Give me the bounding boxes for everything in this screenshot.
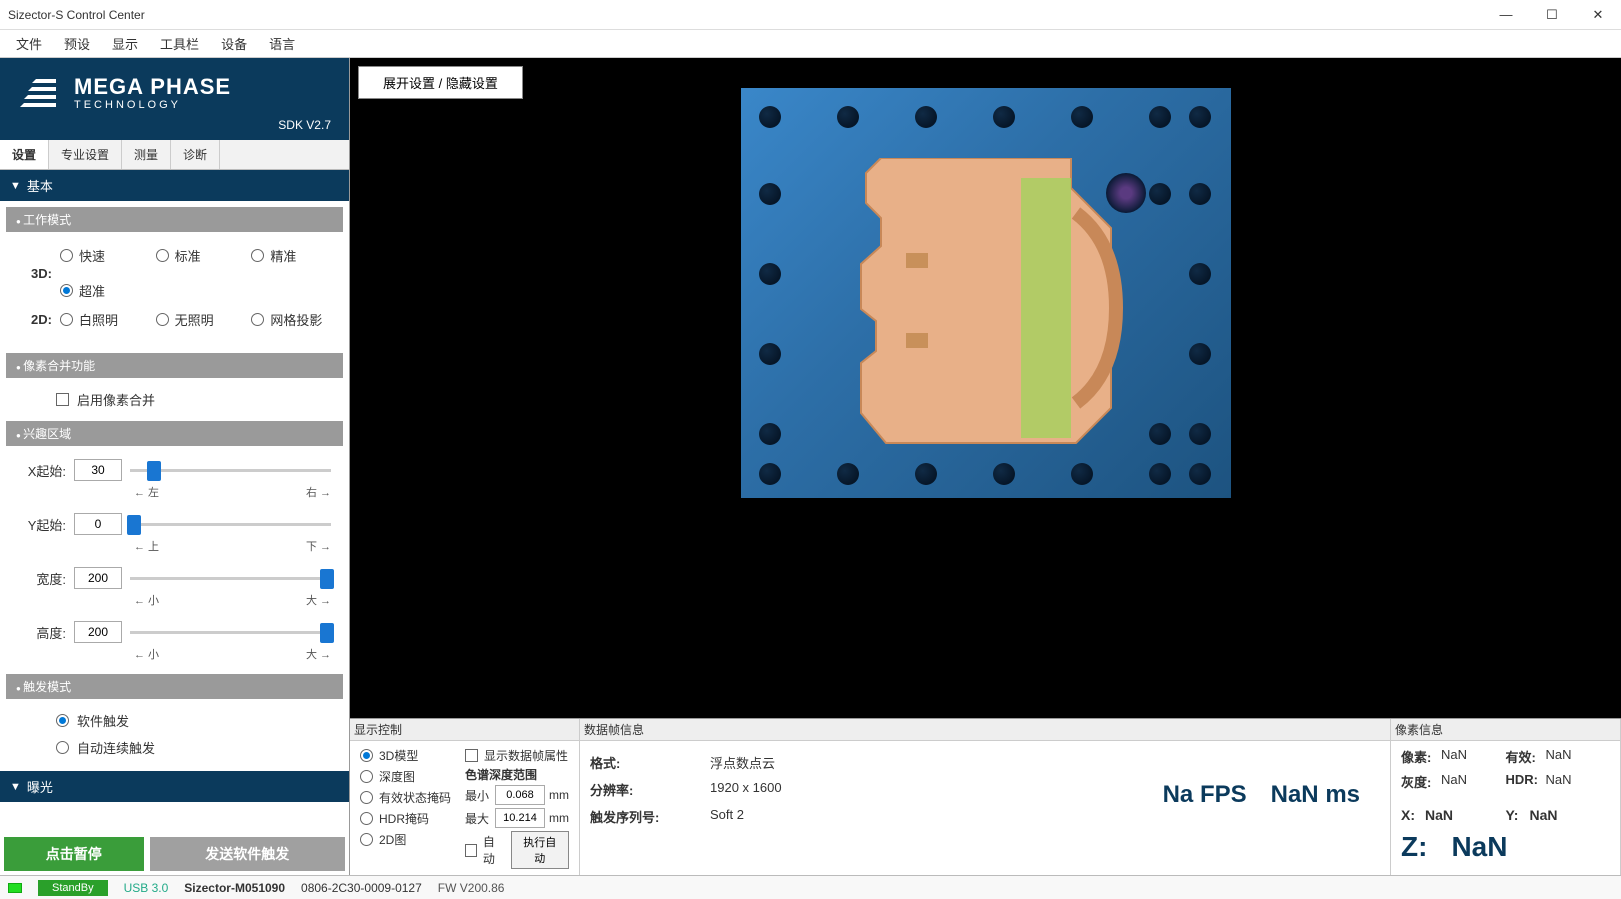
radio-3d-model[interactable]: 3D模型: [360, 747, 457, 764]
status-standby: StandBy: [38, 880, 108, 896]
radio-2d-grid[interactable]: 网格投影: [251, 310, 339, 329]
window-title: Sizector-S Control Center: [8, 8, 145, 22]
frame-info-header: 数据帧信息: [580, 719, 1390, 741]
sdk-version: SDK V2.7: [14, 118, 331, 132]
enable-binning[interactable]: 启用像素合并: [0, 384, 349, 415]
radio-2d-none[interactable]: 无照明: [156, 310, 244, 329]
depth-max-input[interactable]: [495, 808, 545, 828]
scan-image: [741, 88, 1231, 498]
z-value: NaN: [1451, 831, 1507, 863]
logo-icon: [14, 77, 62, 111]
pause-button[interactable]: 点击暂停: [4, 837, 144, 871]
menu-display[interactable]: 显示: [104, 30, 146, 57]
maximize-icon[interactable]: ☐: [1529, 0, 1575, 30]
width-input[interactable]: [74, 567, 122, 589]
width-slider[interactable]: [130, 566, 331, 590]
statusbar: StandBy USB 3.0 Sizector-M051090 0806-2C…: [0, 875, 1621, 899]
settings-scroll[interactable]: 基本 工作模式 3D: 快速 标准 精准 超准 2D: 白照明: [0, 170, 349, 833]
viewer-3d[interactable]: 展开设置 / 隐藏设置: [350, 58, 1621, 718]
close-icon[interactable]: ✕: [1575, 0, 1621, 30]
radio-2d-image[interactable]: 2D图: [360, 831, 457, 848]
radio-software-trigger[interactable]: 软件触发: [56, 711, 339, 730]
checkbox-show-attr[interactable]: 显示数据帧属性: [465, 747, 569, 764]
radio-hdr-mask[interactable]: HDR掩码: [360, 810, 457, 827]
minimize-icon[interactable]: —: [1483, 0, 1529, 30]
menu-lang[interactable]: 语言: [261, 30, 303, 57]
menu-preset[interactable]: 预设: [56, 30, 98, 57]
toggle-settings-button[interactable]: 展开设置 / 隐藏设置: [358, 66, 523, 99]
titlebar: Sizector-S Control Center — ☐ ✕: [0, 0, 1621, 30]
height-input[interactable]: [74, 621, 122, 643]
radio-3d-fast[interactable]: 快速: [60, 246, 148, 265]
roi-header: 兴趣区域: [6, 421, 343, 446]
exposure-header[interactable]: 曝光: [0, 771, 349, 802]
radio-valid-mask[interactable]: 有效状态掩码: [360, 789, 457, 806]
settings-tabs: 设置 专业设置 测量 诊断: [0, 140, 349, 170]
status-device: Sizector-M051090: [184, 881, 285, 895]
pixel-info-header: 像素信息: [1391, 719, 1620, 741]
tab-pro[interactable]: 专业设置: [49, 140, 122, 169]
fps-value: Na: [1163, 781, 1194, 808]
menu-toolbar[interactable]: 工具栏: [152, 30, 207, 57]
send-trigger-button[interactable]: 发送软件触发: [150, 837, 345, 871]
menubar: 文件 预设 显示 工具栏 设备 语言: [0, 30, 1621, 58]
checkbox-icon: [56, 393, 69, 406]
radio-auto-trigger[interactable]: 自动连续触发: [56, 738, 339, 757]
status-serial: 0806-2C30-0009-0127: [301, 881, 422, 895]
window-controls: — ☐ ✕: [1483, 0, 1621, 30]
sidebar: MEGA PHASE TECHNOLOGY SDK V2.7 设置 专业设置 测…: [0, 58, 350, 875]
height-slider[interactable]: [130, 620, 331, 644]
status-firmware: FW V200.86: [438, 881, 505, 895]
tab-measure[interactable]: 测量: [122, 140, 171, 169]
radio-3d-ultra[interactable]: 超准: [60, 281, 148, 300]
x-start-input[interactable]: [74, 459, 122, 481]
depth-range-header: 色谱深度范围: [465, 766, 569, 783]
width-label: 宽度:: [18, 569, 66, 588]
binning-header: 像素合并功能: [6, 353, 343, 378]
y-start-input[interactable]: [74, 513, 122, 535]
x-start-slider[interactable]: [130, 458, 331, 482]
logo-area: MEGA PHASE TECHNOLOGY SDK V2.7: [0, 58, 349, 140]
latency-value: NaN: [1271, 781, 1319, 808]
tab-diag[interactable]: 诊断: [171, 140, 220, 169]
radio-2d-white[interactable]: 白照明: [60, 310, 148, 329]
y-start-label: Y起始:: [18, 515, 66, 534]
status-usb: USB 3.0: [124, 881, 169, 895]
status-led-icon: [8, 883, 22, 893]
display-control-panel: 显示控制 3D模型 深度图 有效状态掩码 HDR掩码 2D图 显示数据帧属性 色…: [350, 719, 580, 875]
radio-3d-std[interactable]: 标准: [156, 246, 244, 265]
frame-info-panel: 数据帧信息 格式:浮点数点云 分辨率:1920 x 1600 触发序列号:Sof…: [580, 719, 1391, 875]
y-start-slider[interactable]: [130, 512, 331, 536]
logo-text-1: MEGA PHASE: [74, 76, 231, 98]
workmode-header: 工作模式: [6, 207, 343, 232]
radio-depthmap[interactable]: 深度图: [360, 768, 457, 785]
run-auto-button[interactable]: 执行自动: [511, 831, 569, 869]
menu-file[interactable]: 文件: [8, 30, 50, 57]
height-label: 高度:: [18, 623, 66, 642]
label-3d: 3D:: [18, 266, 60, 281]
label-2d: 2D:: [18, 312, 60, 327]
part-icon: [821, 158, 1161, 453]
radio-3d-acc[interactable]: 精准: [251, 246, 339, 265]
pixel-info-panel: 像素信息 像素:NaN 有效:NaN 灰度:NaN HDR:NaN X:NaN …: [1391, 719, 1621, 875]
trigger-header: 触发模式: [6, 674, 343, 699]
tab-settings[interactable]: 设置: [0, 140, 49, 169]
display-control-header: 显示控制: [350, 719, 579, 741]
basic-header[interactable]: 基本: [0, 170, 349, 201]
logo-text-2: TECHNOLOGY: [74, 98, 231, 112]
menu-device[interactable]: 设备: [213, 30, 255, 57]
depth-min-input[interactable]: [495, 785, 545, 805]
checkbox-auto-depth[interactable]: 自动: [465, 833, 505, 867]
x-start-label: X起始:: [18, 461, 66, 480]
